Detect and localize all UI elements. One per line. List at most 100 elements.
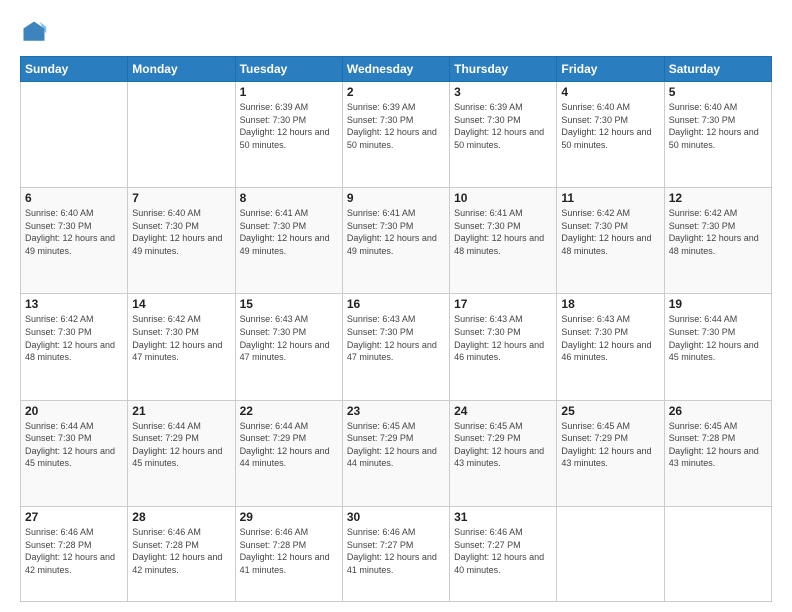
weekday-header-tuesday: Tuesday: [235, 57, 342, 82]
calendar-cell: [664, 506, 771, 601]
day-info: Sunrise: 6:46 AM Sunset: 7:28 PM Dayligh…: [25, 526, 123, 576]
day-number: 22: [240, 404, 338, 418]
day-info: Sunrise: 6:46 AM Sunset: 7:28 PM Dayligh…: [240, 526, 338, 576]
week-row-3: 13 Sunrise: 6:42 AM Sunset: 7:30 PM Dayli…: [21, 294, 772, 400]
calendar-cell: 10 Sunrise: 6:41 AM Sunset: 7:30 PM Dayli…: [450, 188, 557, 294]
day-info: Sunrise: 6:43 AM Sunset: 7:30 PM Dayligh…: [347, 313, 445, 363]
calendar-cell: 17 Sunrise: 6:43 AM Sunset: 7:30 PM Dayli…: [450, 294, 557, 400]
calendar-cell: 31 Sunrise: 6:46 AM Sunset: 7:27 PM Dayli…: [450, 506, 557, 601]
header: [20, 18, 772, 46]
page: SundayMondayTuesdayWednesdayThursdayFrid…: [0, 0, 792, 612]
calendar-cell: 11 Sunrise: 6:42 AM Sunset: 7:30 PM Dayli…: [557, 188, 664, 294]
day-number: 21: [132, 404, 230, 418]
week-row-5: 27 Sunrise: 6:46 AM Sunset: 7:28 PM Dayli…: [21, 506, 772, 601]
calendar-cell: 18Sunrise: 6:43 AM Sunset: 7:30 PM Dayli…: [557, 294, 664, 400]
calendar-cell: 20 Sunrise: 6:44 AM Sunset: 7:30 PM Dayli…: [21, 400, 128, 506]
day-number: 17: [454, 297, 552, 311]
day-number: 31: [454, 510, 552, 524]
day-info: Sunrise: 6:44 AM Sunset: 7:29 PM Dayligh…: [132, 420, 230, 470]
calendar-cell: 3 Sunrise: 6:39 AM Sunset: 7:30 PM Daylig…: [450, 82, 557, 188]
day-info: Sunrise: 6:45 AM Sunset: 7:29 PM Dayligh…: [454, 420, 552, 470]
day-info: Sunrise: 6:40 AM Sunset: 7:30 PM Dayligh…: [561, 101, 659, 151]
day-info: Sunrise: 6:43 AM Sunset: 7:30 PM Dayligh…: [454, 313, 552, 363]
day-info: Sunrise: 6:45 AM Sunset: 7:28 PM Dayligh…: [669, 420, 767, 470]
day-number: 14: [132, 297, 230, 311]
weekday-header-monday: Monday: [128, 57, 235, 82]
day-info: Sunrise: 6:44 AM Sunset: 7:29 PM Dayligh…: [240, 420, 338, 470]
calendar-cell: 13 Sunrise: 6:42 AM Sunset: 7:30 PM Dayli…: [21, 294, 128, 400]
day-info: Sunrise: 6:42 AM Sunset: 7:30 PM Dayligh…: [132, 313, 230, 363]
calendar-cell: 14 Sunrise: 6:42 AM Sunset: 7:30 PM Dayli…: [128, 294, 235, 400]
day-info: Sunrise: 6:42 AM Sunset: 7:30 PM Dayligh…: [25, 313, 123, 363]
day-number: 1: [240, 85, 338, 99]
day-number: 29: [240, 510, 338, 524]
day-number: 3: [454, 85, 552, 99]
weekday-header-sunday: Sunday: [21, 57, 128, 82]
day-info: Sunrise: 6:40 AM Sunset: 7:30 PM Dayligh…: [132, 207, 230, 257]
day-info: Sunrise: 6:40 AM Sunset: 7:30 PM Dayligh…: [669, 101, 767, 151]
day-number: 6: [25, 191, 123, 205]
day-number: 10: [454, 191, 552, 205]
day-number: 18: [561, 297, 659, 311]
day-number: 26: [669, 404, 767, 418]
day-info: Sunrise: 6:43 AM Sunset: 7:30 PM Dayligh…: [240, 313, 338, 363]
calendar-cell: 24Sunrise: 6:45 AM Sunset: 7:29 PM Dayli…: [450, 400, 557, 506]
calendar-cell: 25 Sunrise: 6:45 AM Sunset: 7:29 PM Dayli…: [557, 400, 664, 506]
day-info: Sunrise: 6:44 AM Sunset: 7:30 PM Dayligh…: [669, 313, 767, 363]
calendar-cell: 16 Sunrise: 6:43 AM Sunset: 7:30 PM Dayli…: [342, 294, 449, 400]
day-number: 15: [240, 297, 338, 311]
day-info: Sunrise: 6:39 AM Sunset: 7:30 PM Dayligh…: [347, 101, 445, 151]
calendar-cell: 29 Sunrise: 6:46 AM Sunset: 7:28 PM Dayli…: [235, 506, 342, 601]
day-info: Sunrise: 6:42 AM Sunset: 7:30 PM Dayligh…: [561, 207, 659, 257]
day-info: Sunrise: 6:45 AM Sunset: 7:29 PM Dayligh…: [561, 420, 659, 470]
day-info: Sunrise: 6:39 AM Sunset: 7:30 PM Dayligh…: [454, 101, 552, 151]
calendar-cell: 2 Sunrise: 6:39 AM Sunset: 7:30 PM Daylig…: [342, 82, 449, 188]
calendar-cell: 1 Sunrise: 6:39 AM Sunset: 7:30 PM Daylig…: [235, 82, 342, 188]
logo: [20, 18, 52, 46]
day-info: Sunrise: 6:41 AM Sunset: 7:30 PM Dayligh…: [347, 207, 445, 257]
calendar-cell: 15 Sunrise: 6:43 AM Sunset: 7:30 PM Dayli…: [235, 294, 342, 400]
calendar-cell: 22 Sunrise: 6:44 AM Sunset: 7:29 PM Dayli…: [235, 400, 342, 506]
calendar: SundayMondayTuesdayWednesdayThursdayFrid…: [20, 56, 772, 602]
week-row-4: 20 Sunrise: 6:44 AM Sunset: 7:30 PM Dayli…: [21, 400, 772, 506]
day-info: Sunrise: 6:40 AM Sunset: 7:30 PM Dayligh…: [25, 207, 123, 257]
calendar-cell: [128, 82, 235, 188]
weekday-header-friday: Friday: [557, 57, 664, 82]
day-number: 25: [561, 404, 659, 418]
day-number: 8: [240, 191, 338, 205]
day-number: 2: [347, 85, 445, 99]
day-number: 4: [561, 85, 659, 99]
weekday-header-thursday: Thursday: [450, 57, 557, 82]
calendar-cell: 30Sunrise: 6:46 AM Sunset: 7:27 PM Dayli…: [342, 506, 449, 601]
day-info: Sunrise: 6:41 AM Sunset: 7:30 PM Dayligh…: [454, 207, 552, 257]
day-info: Sunrise: 6:46 AM Sunset: 7:28 PM Dayligh…: [132, 526, 230, 576]
day-number: 16: [347, 297, 445, 311]
day-number: 11: [561, 191, 659, 205]
weekday-header-row: SundayMondayTuesdayWednesdayThursdayFrid…: [21, 57, 772, 82]
day-info: Sunrise: 6:42 AM Sunset: 7:30 PM Dayligh…: [669, 207, 767, 257]
day-info: Sunrise: 6:46 AM Sunset: 7:27 PM Dayligh…: [347, 526, 445, 576]
day-info: Sunrise: 6:46 AM Sunset: 7:27 PM Dayligh…: [454, 526, 552, 576]
calendar-cell: 28Sunrise: 6:46 AM Sunset: 7:28 PM Dayli…: [128, 506, 235, 601]
calendar-cell: 23Sunrise: 6:45 AM Sunset: 7:29 PM Dayli…: [342, 400, 449, 506]
week-row-1: 1 Sunrise: 6:39 AM Sunset: 7:30 PM Daylig…: [21, 82, 772, 188]
calendar-cell: 8Sunrise: 6:41 AM Sunset: 7:30 PM Daylig…: [235, 188, 342, 294]
calendar-cell: 26 Sunrise: 6:45 AM Sunset: 7:28 PM Dayli…: [664, 400, 771, 506]
day-info: Sunrise: 6:44 AM Sunset: 7:30 PM Dayligh…: [25, 420, 123, 470]
day-info: Sunrise: 6:39 AM Sunset: 7:30 PM Dayligh…: [240, 101, 338, 151]
day-number: 20: [25, 404, 123, 418]
calendar-cell: 6 Sunrise: 6:40 AM Sunset: 7:30 PM Daylig…: [21, 188, 128, 294]
calendar-cell: [557, 506, 664, 601]
day-number: 5: [669, 85, 767, 99]
day-number: 9: [347, 191, 445, 205]
day-number: 7: [132, 191, 230, 205]
day-number: 19: [669, 297, 767, 311]
logo-icon: [20, 18, 48, 46]
day-number: 13: [25, 297, 123, 311]
calendar-cell: [21, 82, 128, 188]
weekday-header-wednesday: Wednesday: [342, 57, 449, 82]
day-number: 27: [25, 510, 123, 524]
calendar-cell: 7 Sunrise: 6:40 AM Sunset: 7:30 PM Daylig…: [128, 188, 235, 294]
calendar-cell: 21 Sunrise: 6:44 AM Sunset: 7:29 PM Dayli…: [128, 400, 235, 506]
calendar-cell: 4 Sunrise: 6:40 AM Sunset: 7:30 PM Daylig…: [557, 82, 664, 188]
